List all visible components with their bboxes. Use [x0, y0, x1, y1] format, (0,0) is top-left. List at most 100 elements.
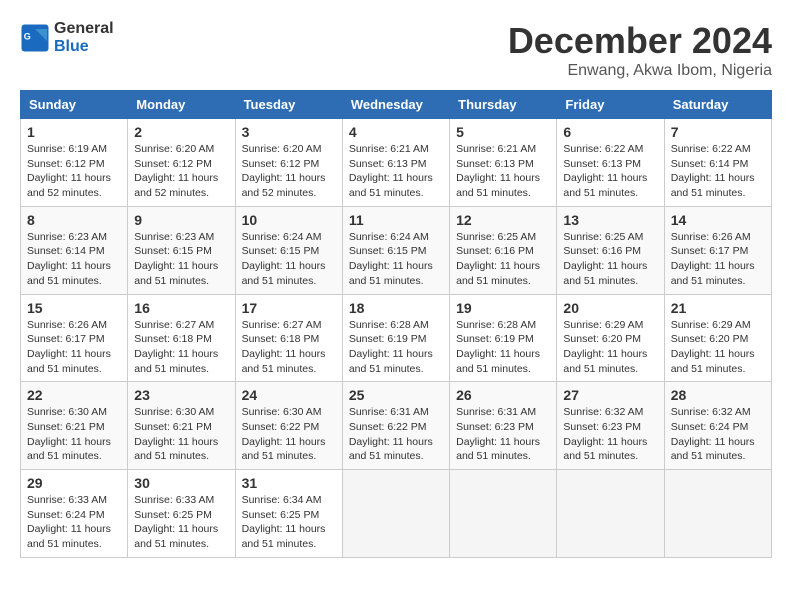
- col-wednesday: Wednesday: [342, 91, 449, 119]
- day-number: 10: [242, 212, 336, 228]
- calendar-cell: 22 Sunrise: 6:30 AM Sunset: 6:21 PM Dayl…: [21, 382, 128, 470]
- day-info: Sunrise: 6:27 AM Sunset: 6:18 PM Dayligh…: [242, 318, 336, 377]
- calendar-cell: 21 Sunrise: 6:29 AM Sunset: 6:20 PM Dayl…: [664, 294, 771, 382]
- day-number: 24: [242, 387, 336, 403]
- day-info: Sunrise: 6:33 AM Sunset: 6:25 PM Dayligh…: [134, 493, 228, 552]
- calendar-cell: [664, 470, 771, 558]
- calendar-cell: 19 Sunrise: 6:28 AM Sunset: 6:19 PM Dayl…: [450, 294, 557, 382]
- day-number: 4: [349, 124, 443, 140]
- day-number: 12: [456, 212, 550, 228]
- calendar-cell: 25 Sunrise: 6:31 AM Sunset: 6:22 PM Dayl…: [342, 382, 449, 470]
- location-subtitle: Enwang, Akwa Ibom, Nigeria: [508, 62, 772, 80]
- calendar-cell: 11 Sunrise: 6:24 AM Sunset: 6:15 PM Dayl…: [342, 206, 449, 294]
- day-number: 14: [671, 212, 765, 228]
- day-number: 13: [563, 212, 657, 228]
- day-info: Sunrise: 6:25 AM Sunset: 6:16 PM Dayligh…: [563, 230, 657, 289]
- day-info: Sunrise: 6:34 AM Sunset: 6:25 PM Dayligh…: [242, 493, 336, 552]
- day-info: Sunrise: 6:27 AM Sunset: 6:18 PM Dayligh…: [134, 318, 228, 377]
- calendar-cell: 4 Sunrise: 6:21 AM Sunset: 6:13 PM Dayli…: [342, 119, 449, 207]
- calendar-cell: 1 Sunrise: 6:19 AM Sunset: 6:12 PM Dayli…: [21, 119, 128, 207]
- calendar-cell: 28 Sunrise: 6:32 AM Sunset: 6:24 PM Dayl…: [664, 382, 771, 470]
- calendar-cell: 24 Sunrise: 6:30 AM Sunset: 6:22 PM Dayl…: [235, 382, 342, 470]
- calendar-cell: 10 Sunrise: 6:24 AM Sunset: 6:15 PM Dayl…: [235, 206, 342, 294]
- day-number: 16: [134, 300, 228, 316]
- day-number: 30: [134, 475, 228, 491]
- col-monday: Monday: [128, 91, 235, 119]
- day-info: Sunrise: 6:30 AM Sunset: 6:21 PM Dayligh…: [134, 405, 228, 464]
- calendar-cell: 8 Sunrise: 6:23 AM Sunset: 6:14 PM Dayli…: [21, 206, 128, 294]
- day-number: 15: [27, 300, 121, 316]
- day-number: 25: [349, 387, 443, 403]
- col-thursday: Thursday: [450, 91, 557, 119]
- col-friday: Friday: [557, 91, 664, 119]
- day-number: 8: [27, 212, 121, 228]
- day-info: Sunrise: 6:26 AM Sunset: 6:17 PM Dayligh…: [27, 318, 121, 377]
- header: G General Blue December 2024 Enwang, Akw…: [20, 20, 772, 80]
- day-number: 9: [134, 212, 228, 228]
- calendar-week-3: 15 Sunrise: 6:26 AM Sunset: 6:17 PM Dayl…: [21, 294, 772, 382]
- day-number: 20: [563, 300, 657, 316]
- calendar-week-5: 29 Sunrise: 6:33 AM Sunset: 6:24 PM Dayl…: [21, 470, 772, 558]
- day-info: Sunrise: 6:22 AM Sunset: 6:13 PM Dayligh…: [563, 142, 657, 201]
- day-info: Sunrise: 6:19 AM Sunset: 6:12 PM Dayligh…: [27, 142, 121, 201]
- day-info: Sunrise: 6:25 AM Sunset: 6:16 PM Dayligh…: [456, 230, 550, 289]
- col-saturday: Saturday: [664, 91, 771, 119]
- day-info: Sunrise: 6:24 AM Sunset: 6:15 PM Dayligh…: [349, 230, 443, 289]
- day-info: Sunrise: 6:30 AM Sunset: 6:21 PM Dayligh…: [27, 405, 121, 464]
- day-info: Sunrise: 6:24 AM Sunset: 6:15 PM Dayligh…: [242, 230, 336, 289]
- day-number: 18: [349, 300, 443, 316]
- calendar-cell: 14 Sunrise: 6:26 AM Sunset: 6:17 PM Dayl…: [664, 206, 771, 294]
- calendar-cell: [450, 470, 557, 558]
- day-number: 6: [563, 124, 657, 140]
- day-info: Sunrise: 6:20 AM Sunset: 6:12 PM Dayligh…: [242, 142, 336, 201]
- calendar-cell: 16 Sunrise: 6:27 AM Sunset: 6:18 PM Dayl…: [128, 294, 235, 382]
- header-row: Sunday Monday Tuesday Wednesday Thursday…: [21, 91, 772, 119]
- calendar-cell: 5 Sunrise: 6:21 AM Sunset: 6:13 PM Dayli…: [450, 119, 557, 207]
- day-number: 3: [242, 124, 336, 140]
- calendar-table: Sunday Monday Tuesday Wednesday Thursday…: [20, 90, 772, 558]
- month-title: December 2024: [508, 20, 772, 62]
- calendar-cell: 20 Sunrise: 6:29 AM Sunset: 6:20 PM Dayl…: [557, 294, 664, 382]
- day-info: Sunrise: 6:23 AM Sunset: 6:14 PM Dayligh…: [27, 230, 121, 289]
- day-number: 27: [563, 387, 657, 403]
- day-info: Sunrise: 6:30 AM Sunset: 6:22 PM Dayligh…: [242, 405, 336, 464]
- calendar-cell: 2 Sunrise: 6:20 AM Sunset: 6:12 PM Dayli…: [128, 119, 235, 207]
- logo: G General Blue: [20, 20, 114, 56]
- calendar-cell: 6 Sunrise: 6:22 AM Sunset: 6:13 PM Dayli…: [557, 119, 664, 207]
- calendar-week-2: 8 Sunrise: 6:23 AM Sunset: 6:14 PM Dayli…: [21, 206, 772, 294]
- day-number: 28: [671, 387, 765, 403]
- calendar-cell: [557, 470, 664, 558]
- day-number: 29: [27, 475, 121, 491]
- day-info: Sunrise: 6:26 AM Sunset: 6:17 PM Dayligh…: [671, 230, 765, 289]
- day-number: 22: [27, 387, 121, 403]
- day-info: Sunrise: 6:28 AM Sunset: 6:19 PM Dayligh…: [349, 318, 443, 377]
- day-info: Sunrise: 6:32 AM Sunset: 6:23 PM Dayligh…: [563, 405, 657, 464]
- calendar-cell: 23 Sunrise: 6:30 AM Sunset: 6:21 PM Dayl…: [128, 382, 235, 470]
- day-number: 7: [671, 124, 765, 140]
- calendar-cell: 17 Sunrise: 6:27 AM Sunset: 6:18 PM Dayl…: [235, 294, 342, 382]
- day-info: Sunrise: 6:23 AM Sunset: 6:15 PM Dayligh…: [134, 230, 228, 289]
- day-info: Sunrise: 6:20 AM Sunset: 6:12 PM Dayligh…: [134, 142, 228, 201]
- day-number: 26: [456, 387, 550, 403]
- calendar-cell: 27 Sunrise: 6:32 AM Sunset: 6:23 PM Dayl…: [557, 382, 664, 470]
- calendar-cell: 13 Sunrise: 6:25 AM Sunset: 6:16 PM Dayl…: [557, 206, 664, 294]
- calendar-cell: 15 Sunrise: 6:26 AM Sunset: 6:17 PM Dayl…: [21, 294, 128, 382]
- calendar-cell: 30 Sunrise: 6:33 AM Sunset: 6:25 PM Dayl…: [128, 470, 235, 558]
- calendar-cell: [342, 470, 449, 558]
- day-info: Sunrise: 6:29 AM Sunset: 6:20 PM Dayligh…: [563, 318, 657, 377]
- logo-line2: Blue: [54, 38, 114, 56]
- logo-icon: G: [20, 23, 50, 53]
- calendar-cell: 7 Sunrise: 6:22 AM Sunset: 6:14 PM Dayli…: [664, 119, 771, 207]
- logo-line1: General: [54, 20, 114, 38]
- calendar-cell: 29 Sunrise: 6:33 AM Sunset: 6:24 PM Dayl…: [21, 470, 128, 558]
- col-tuesday: Tuesday: [235, 91, 342, 119]
- day-info: Sunrise: 6:28 AM Sunset: 6:19 PM Dayligh…: [456, 318, 550, 377]
- calendar-week-1: 1 Sunrise: 6:19 AM Sunset: 6:12 PM Dayli…: [21, 119, 772, 207]
- calendar-cell: 18 Sunrise: 6:28 AM Sunset: 6:19 PM Dayl…: [342, 294, 449, 382]
- day-info: Sunrise: 6:31 AM Sunset: 6:23 PM Dayligh…: [456, 405, 550, 464]
- calendar-cell: 3 Sunrise: 6:20 AM Sunset: 6:12 PM Dayli…: [235, 119, 342, 207]
- calendar-cell: 12 Sunrise: 6:25 AM Sunset: 6:16 PM Dayl…: [450, 206, 557, 294]
- day-number: 2: [134, 124, 228, 140]
- day-number: 17: [242, 300, 336, 316]
- day-number: 23: [134, 387, 228, 403]
